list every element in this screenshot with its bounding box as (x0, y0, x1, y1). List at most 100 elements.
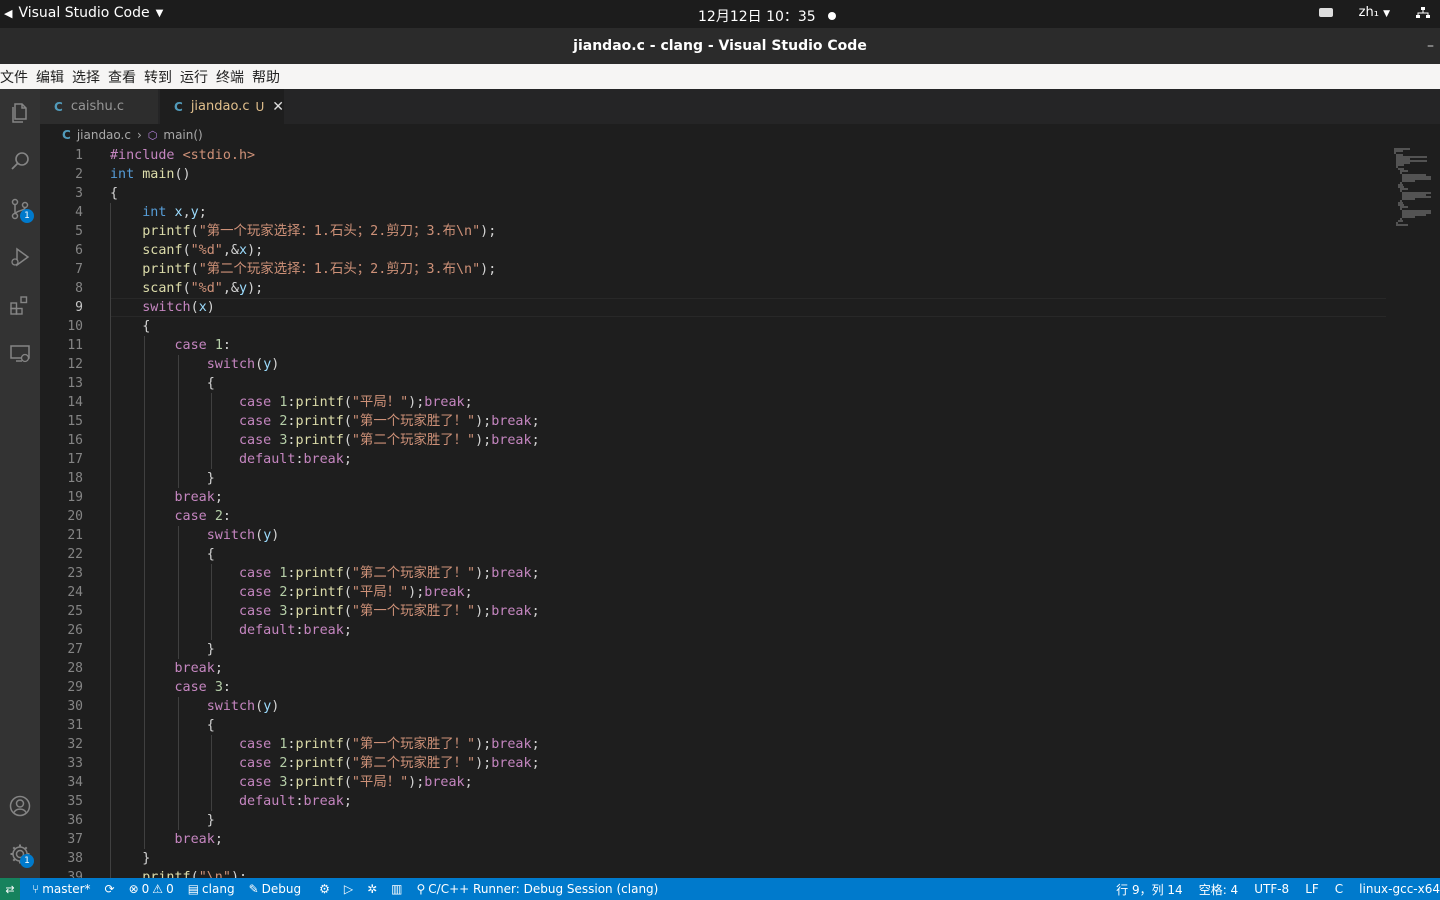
debug-session[interactable]: ⚲ C/C++ Runner: Debug Session (clang) (417, 882, 659, 896)
code-line[interactable]: case 1:printf("第二个玩家胜了！");break; (110, 564, 1390, 583)
code-line[interactable]: case 2:printf("平局！");break; (110, 583, 1390, 602)
indent-guide (110, 849, 111, 868)
code-line[interactable]: case 1:printf("平局！");break; (110, 393, 1390, 412)
clean-button[interactable]: ▥ (391, 882, 402, 896)
menu-selection[interactable]: 选择 (72, 67, 106, 87)
code-line[interactable]: scanf("%d",&x); (110, 241, 1390, 260)
line-number: 33 (67, 756, 83, 771)
code-editor[interactable]: 1 2 3 4 5 6 7 8 9 10 11 12 13 14 15 16 17 18 19 20 21 22 23 24 2… (40, 146, 1440, 878)
tab-jiandao[interactable]: C jiandao.c U ✕ (160, 89, 284, 124)
code-line[interactable]: default:break; (110, 792, 1390, 811)
code-line[interactable]: case 3:printf("第一个玩家胜了！");break; (110, 602, 1390, 621)
indent-guide (110, 678, 111, 697)
input-method[interactable]: zh₁ ▼ (1359, 5, 1390, 20)
line-number: 39 (67, 870, 83, 878)
language-mode[interactable]: C (1335, 882, 1343, 896)
build-button[interactable]: ⚙ (319, 882, 330, 896)
code-line[interactable]: scanf("%d",&y); (110, 279, 1390, 298)
accounts-button[interactable] (4, 790, 36, 822)
code-line[interactable]: case 2: (110, 507, 1390, 526)
extensions-button[interactable] (4, 289, 36, 321)
menu-run[interactable]: 运行 (180, 67, 214, 87)
minimize-icon[interactable]: – (1427, 28, 1434, 64)
code-line[interactable]: case 2:printf("第一个玩家胜了！");break; (110, 412, 1390, 431)
code-line[interactable]: break; (110, 830, 1390, 849)
code-line[interactable]: default:break; (110, 450, 1390, 469)
manage-button[interactable]: 1 (4, 838, 36, 870)
debug-button[interactable]: ✲ (367, 882, 377, 896)
untracked-status: U (255, 99, 265, 114)
keyboard-icon[interactable] (1318, 8, 1333, 17)
code-line[interactable]: default:break; (110, 621, 1390, 640)
remote-button[interactable]: ⇄ (0, 878, 20, 900)
code-line[interactable]: switch(x) (110, 298, 1390, 317)
clock[interactable]: 12月12日 10：35 (698, 6, 836, 26)
encoding[interactable]: UTF-8 (1254, 882, 1289, 896)
code-area[interactable]: #include <stdio.h> int main(){ int x,y; p… (110, 146, 1390, 878)
app-menu[interactable]: ◀ Visual Studio Code ▼ (4, 5, 163, 21)
indent-guide (110, 488, 111, 507)
indent-guide (143, 754, 145, 773)
menu-terminal[interactable]: 终端 (216, 67, 250, 87)
code-line[interactable]: } (110, 469, 1390, 488)
run-debug-button[interactable] (4, 241, 36, 273)
error-count: 0 (141, 882, 150, 896)
code-line[interactable]: { (110, 317, 1390, 336)
sync-button[interactable]: ⟳ (105, 882, 115, 896)
code-line[interactable]: break; (110, 659, 1390, 678)
code-line[interactable]: printf("\n"); (110, 868, 1390, 878)
minimap[interactable] (1390, 146, 1440, 246)
explorer-button[interactable] (4, 97, 36, 129)
problems-indicator[interactable]: ⊗ 0 ⚠ 0 (129, 882, 174, 896)
menu-help[interactable]: 帮助 (252, 67, 286, 87)
run-button[interactable]: ▷ (344, 882, 353, 896)
tab-caishu[interactable]: C caishu.c (40, 89, 158, 124)
indent-guide (110, 754, 111, 773)
line-number: 17 (67, 452, 83, 467)
code-line[interactable]: switch(y) (110, 526, 1390, 545)
code-line[interactable]: case 3:printf("第二个玩家胜了！");break; (110, 431, 1390, 450)
code-line[interactable]: { (110, 374, 1390, 393)
code-line[interactable]: case 2:printf("第二个玩家胜了！");break; (110, 754, 1390, 773)
code-line[interactable]: } (110, 849, 1390, 868)
code-line[interactable]: case 1: (110, 336, 1390, 355)
breadcrumb-file[interactable]: jiandao.c (77, 128, 131, 142)
network-icon[interactable] (1416, 6, 1430, 19)
code-line[interactable]: switch(y) (110, 355, 1390, 374)
code-line[interactable]: { (110, 545, 1390, 564)
code-line[interactable]: { (110, 716, 1390, 735)
code-line[interactable]: case 1:printf("第一个玩家胜了！");break; (110, 735, 1390, 754)
config-selector[interactable]: ▤ clang (188, 882, 235, 896)
code-line[interactable]: break; (110, 488, 1390, 507)
code-line[interactable]: #include <stdio.h> (110, 146, 1390, 165)
code-line[interactable]: int x,y; (110, 203, 1390, 222)
indentation[interactable]: 空格: 4 (1199, 881, 1239, 898)
line-number: 8 (75, 281, 83, 296)
platform[interactable]: linux-gcc-x64 (1359, 882, 1440, 896)
code-line[interactable]: printf("第二个玩家选择：1.石头；2.剪刀；3.布\n"); (110, 260, 1390, 279)
close-icon[interactable]: ✕ (272, 99, 284, 115)
menu-file[interactable]: 文件 (0, 67, 34, 87)
build-mode-selector[interactable]: ✎ Debug (249, 882, 302, 896)
cursor-position[interactable]: 行 9，列 14 (1116, 881, 1183, 898)
branch-indicator[interactable]: ⑂ master* (32, 882, 91, 896)
indent-guide (143, 526, 145, 545)
breadcrumb-symbol[interactable]: main() (163, 128, 202, 142)
code-line[interactable]: switch(y) (110, 697, 1390, 716)
end-of-line[interactable]: LF (1305, 882, 1319, 896)
code-line[interactable]: printf("第一个玩家选择：1.石头；2.剪刀；3.布\n"); (110, 222, 1390, 241)
code-line[interactable]: } (110, 811, 1390, 830)
indent-guide (110, 659, 111, 678)
search-button[interactable] (4, 145, 36, 177)
menu-edit[interactable]: 编辑 (36, 67, 70, 87)
code-line[interactable]: } (110, 640, 1390, 659)
code-line[interactable]: int main() (110, 165, 1390, 184)
remote-explorer-button[interactable] (4, 337, 36, 369)
code-line[interactable]: { (110, 184, 1390, 203)
menu-go[interactable]: 转到 (144, 67, 178, 87)
code-line[interactable]: case 3:printf("平局！");break; (110, 773, 1390, 792)
source-control-button[interactable]: 1 (4, 193, 36, 225)
tab-label: caishu.c (70, 99, 125, 114)
menu-view[interactable]: 查看 (108, 67, 142, 87)
code-line[interactable]: case 3: (110, 678, 1390, 697)
